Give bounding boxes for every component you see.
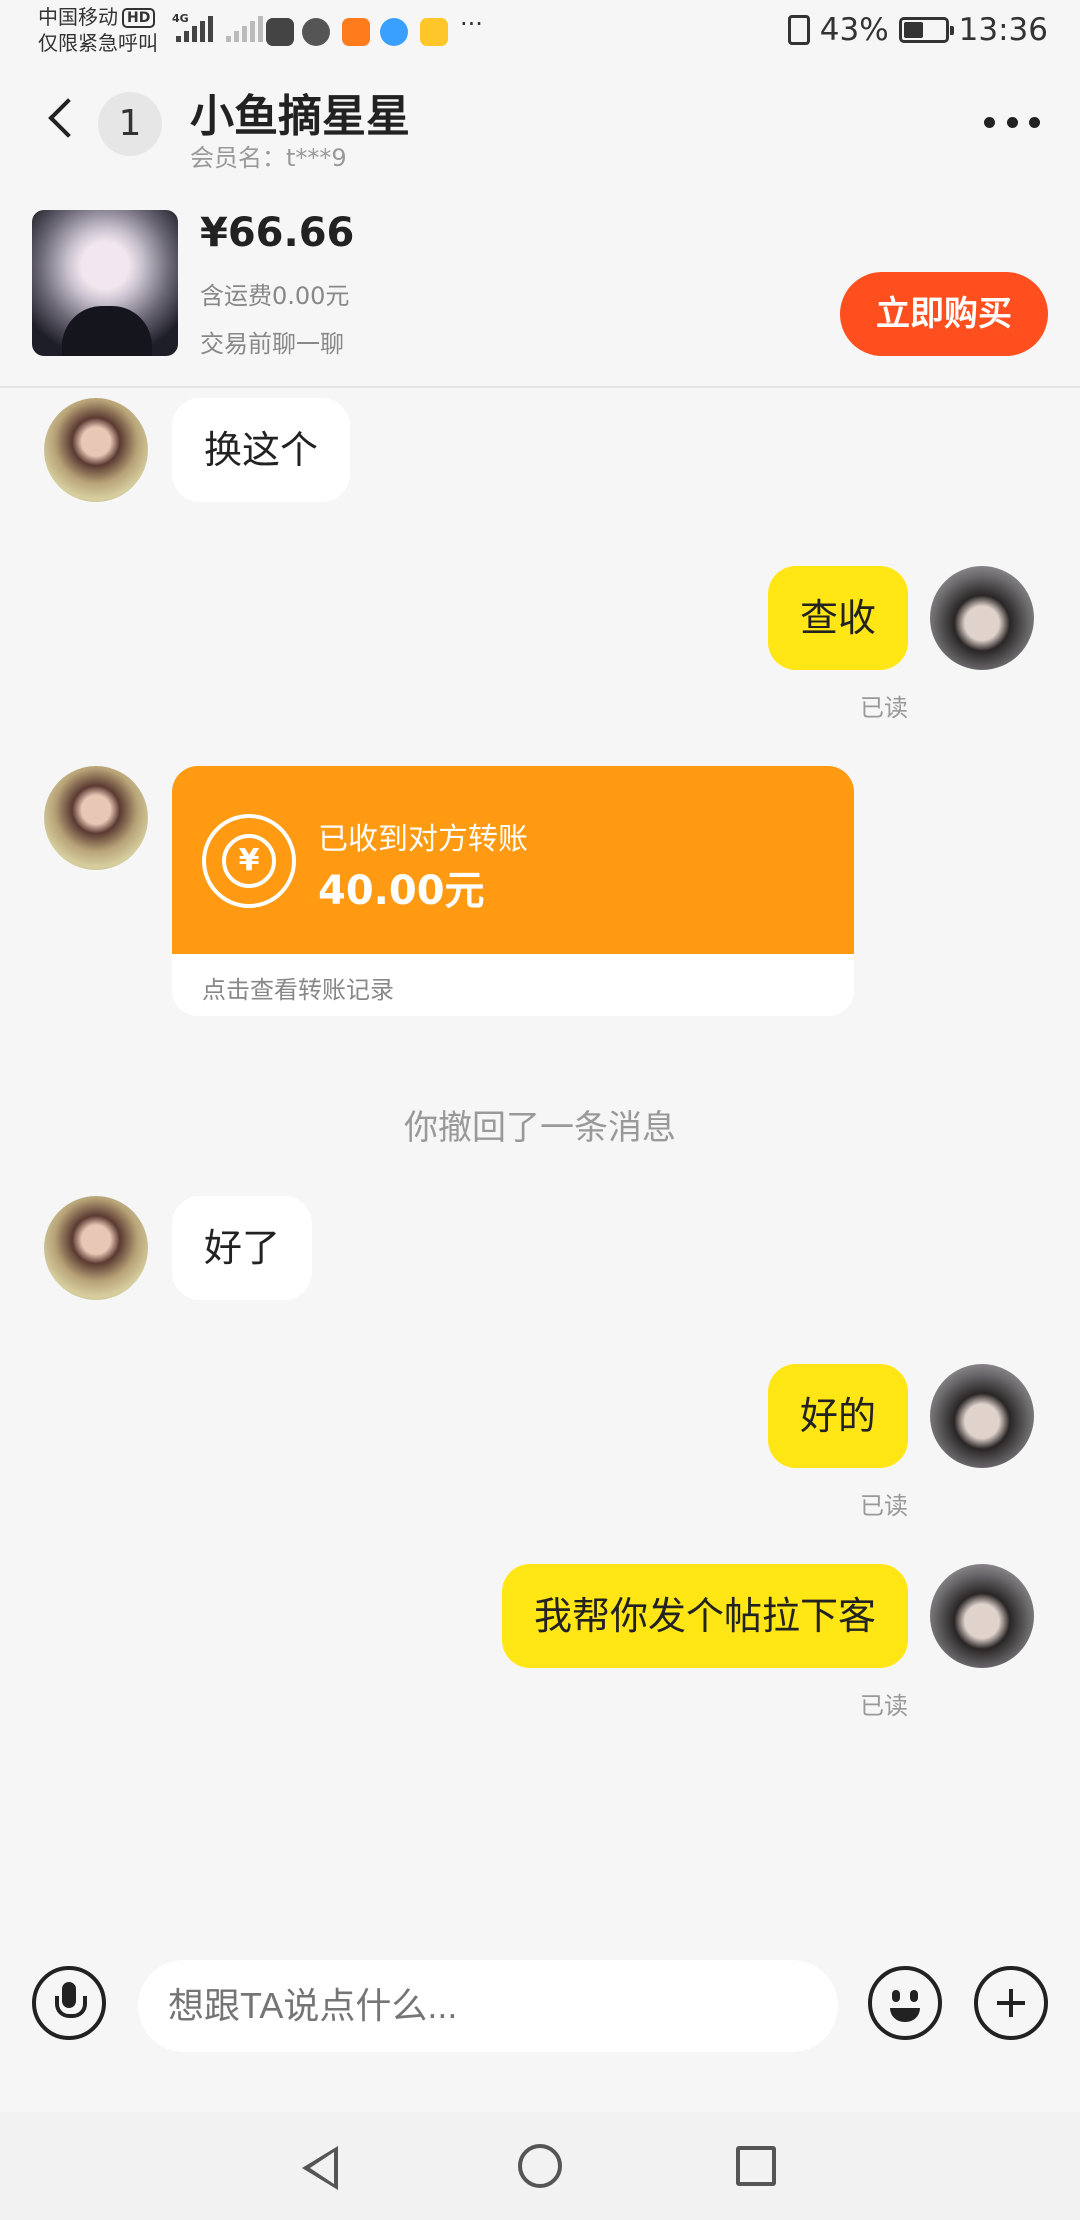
product-thumbnail[interactable] [32,210,178,356]
message-bubble-incoming[interactable]: 好了 [172,1196,313,1300]
transfer-amount: 40.00元 [318,868,485,914]
nav-recents-icon[interactable] [736,2146,776,2186]
microphone-icon[interactable] [32,1966,106,2040]
transfer-card-header: ¥ 已收到对方转账 40.00元 [172,766,854,954]
seller-avatar[interactable] [44,766,148,870]
battery-icon [898,17,954,43]
status-bar: 中国移动 HD 仅限紧急呼叫 4G ··· 43% 13:36 [0,0,1080,62]
message-input[interactable] [138,1960,838,2052]
message-app-icon [302,18,330,46]
read-status: 已读 [860,1492,908,1520]
uc-app-icon [342,18,370,46]
system-nav-bar [0,2112,1080,2220]
chat-first-hint: 交易前聊一聊 [200,330,344,358]
network-type: 4G [172,12,189,25]
transfer-record-link[interactable]: 点击查看转账记录 [202,970,394,1005]
hd-badge: HD [122,8,156,28]
carrier-info: 中国移动 HD 仅限紧急呼叫 [38,4,158,56]
more-options-button[interactable] [984,110,1040,134]
buy-now-button[interactable]: 立即购买 [840,272,1048,356]
seller-avatar[interactable] [44,1196,148,1300]
unread-count-badge[interactable]: 1 [98,92,162,156]
emoji-icon[interactable] [868,1966,942,2040]
nav-home-icon[interactable] [518,2144,562,2188]
recall-notice: 你撤回了一条消息 [404,1108,676,1148]
read-status: 已读 [860,1692,908,1720]
plus-icon[interactable] [974,1966,1048,2040]
signal-icon: 4G [172,12,213,42]
chat-header: 1 小鱼摘星星 会员名：t***9 [0,62,1080,182]
browser-app-icon [380,18,408,46]
carrier-name: 中国移动 [38,5,118,29]
signal-icon-secondary [226,16,263,42]
vibrate-icon [787,15,810,45]
status-right: 43% 13:36 [787,12,1048,48]
message-bubble-outgoing[interactable]: 查收 [767,566,908,670]
battery-percent: 43% [819,12,889,48]
nav-back-icon[interactable] [302,2146,338,2190]
read-status: 已读 [860,694,908,722]
my-avatar[interactable] [930,1364,1034,1468]
yen-transfer-icon: ¥ [202,814,296,908]
message-bubble-outgoing[interactable]: 好的 [767,1364,908,1468]
my-avatar[interactable] [930,1564,1034,1668]
back-button[interactable] [42,90,82,150]
transfer-label: 已收到对方转账 [318,822,528,857]
emergency-text: 仅限紧急呼叫 [38,31,158,55]
clock: 13:36 [958,12,1048,48]
transfer-card[interactable]: ¥ 已收到对方转账 40.00元 点击查看转账记录 [172,766,854,1016]
chat-title: 小鱼摘星星 [190,91,410,142]
message-bubble-incoming[interactable]: 换这个 [172,398,351,502]
input-bar [0,1960,1080,2072]
member-name: 会员名：t***9 [190,144,347,172]
files-app-icon [420,18,448,46]
seller-avatar[interactable] [44,398,148,502]
my-avatar[interactable] [930,566,1034,670]
shipping-fee: 含运费0.00元 [200,282,350,310]
huawei-app-icon [266,18,294,46]
message-bubble-outgoing[interactable]: 我帮你发个帖拉下客 [501,1564,908,1668]
more-notifications: ··· [460,10,483,38]
product-price: ¥66.66 [200,210,355,256]
product-card[interactable]: ¥66.66 含运费0.00元 交易前聊一聊 立即购买 [0,182,1080,388]
